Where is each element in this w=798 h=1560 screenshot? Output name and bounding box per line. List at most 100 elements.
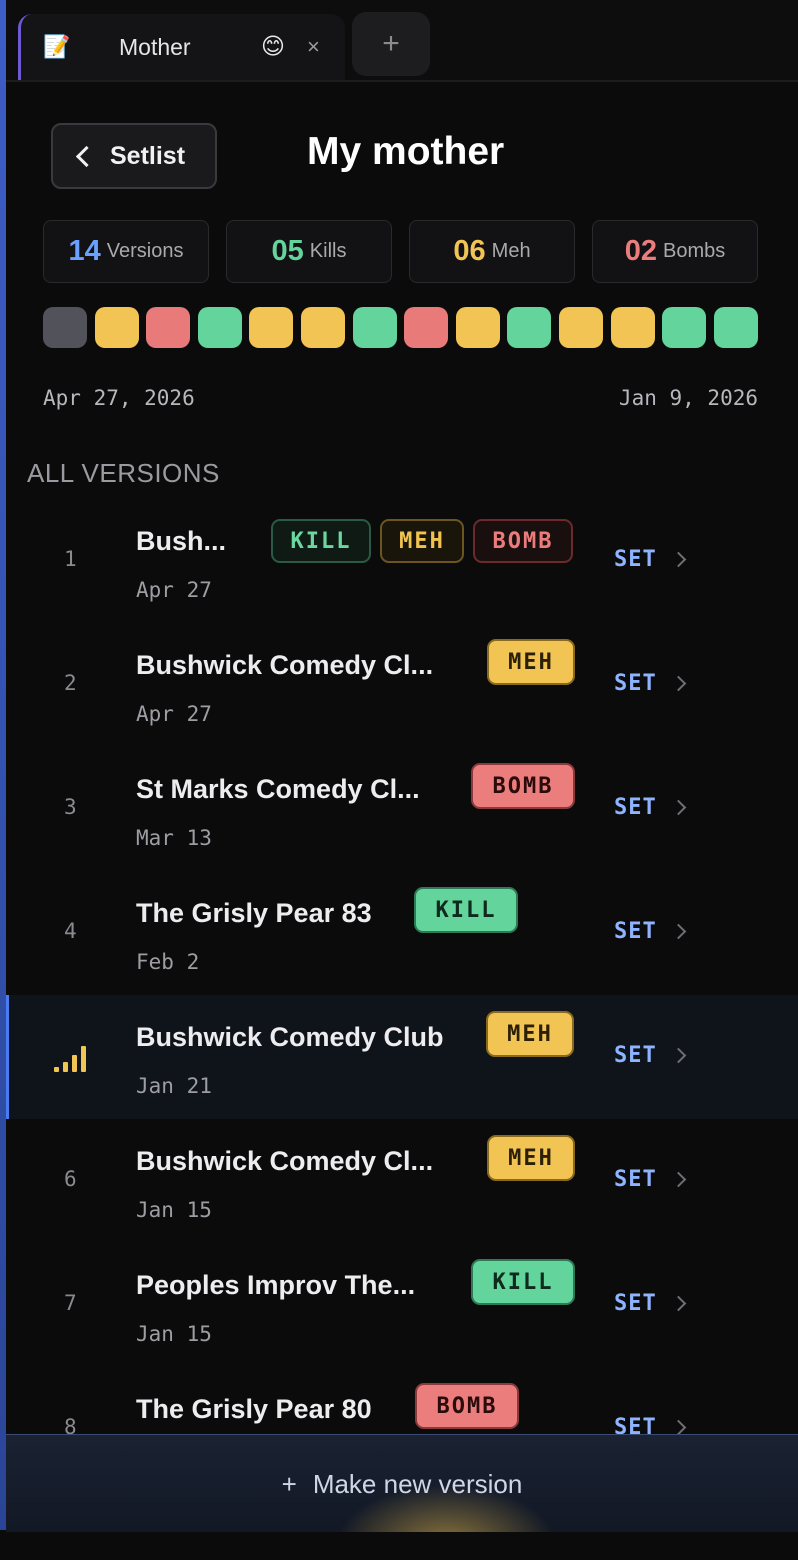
chevron-right-icon (670, 1047, 687, 1064)
chevron-right-icon (670, 551, 687, 568)
timeline-square-meh[interactable] (455, 307, 500, 348)
version-number: 6 (64, 1167, 77, 1191)
version-number: 4 (64, 919, 77, 943)
version-venue: The Grisly Pear 80 (136, 1394, 372, 1424)
version-venue: Peoples Improv The... (136, 1270, 416, 1300)
set-link[interactable]: SET (614, 1043, 657, 1068)
back-to-setlist-button[interactable]: Setlist (51, 123, 217, 189)
set-link[interactable]: SET (614, 1167, 657, 1192)
timeline-square-meh[interactable] (559, 307, 603, 348)
page-title: My mother (307, 130, 505, 173)
version-row[interactable]: 7 Peoples Improv The... Jan 15 KILL SET (6, 1243, 798, 1367)
stat-kills: 05 Kills (226, 220, 392, 283)
section-title: ALL VERSIONS (27, 458, 220, 488)
version-row[interactable]: 2 Bushwick Comedy Cl... Apr 27 MEH SET (6, 623, 798, 747)
version-venue: The Grisly Pear 83 (136, 898, 372, 928)
make-new-version-button[interactable]: + Make new version (6, 1434, 798, 1533)
tab-bar: 📝 Mother 😊 × + (6, 0, 798, 82)
timeline-square-gray[interactable] (43, 307, 87, 348)
chevron-right-icon (670, 923, 687, 940)
version-date: Jan 15 (136, 1198, 212, 1222)
bomb-tag: BOMB (471, 763, 575, 809)
version-date: Apr 27 (136, 702, 212, 726)
version-row[interactable]: 4 The Grisly Pear 83 Feb 2 KILL SET (6, 871, 798, 995)
kill-tag: KILL (414, 887, 518, 933)
plus-icon: + (281, 1468, 297, 1499)
signal-bars-icon (54, 1042, 94, 1072)
new-tab-button[interactable]: + (352, 12, 430, 76)
memo-icon: 📝 (43, 34, 71, 59)
timeline-square-bomb[interactable] (404, 307, 449, 348)
timeline-square-kill[interactable] (352, 307, 397, 348)
version-venue: St Marks Comedy Cl... (136, 774, 420, 804)
version-number: 8 (64, 1415, 77, 1434)
meh-tag: MEH (486, 1011, 574, 1057)
version-row[interactable]: 8 The Grisly Pear 80 BOMB SET (6, 1367, 798, 1434)
version-number: 1 (64, 547, 77, 571)
set-link[interactable]: SET (614, 919, 657, 944)
meh-tag: MEH (487, 639, 575, 685)
smile-emoji-icon: 😊 (261, 33, 285, 59)
timeline-square-kill[interactable] (507, 307, 552, 348)
set-link[interactable]: SET (614, 547, 657, 572)
version-row-current[interactable]: Bushwick Comedy Club Jan 21 MEH SET (6, 995, 798, 1119)
meh-tag: MEH (487, 1135, 575, 1181)
chevron-right-icon (670, 799, 687, 816)
stat-kills-label: Kills (309, 240, 347, 262)
version-row[interactable]: 6 Bushwick Comedy Cl... Jan 15 MEH SET (6, 1119, 798, 1243)
version-row[interactable]: 3 St Marks Comedy Cl... Mar 13 BOMB SET (6, 747, 798, 871)
bomb-tag: BOMB (415, 1383, 519, 1429)
timeline-square-meh[interactable] (94, 307, 139, 348)
version-date: Apr 27 (136, 578, 212, 602)
close-icon[interactable]: × (307, 34, 320, 60)
kill-tag: KILL (471, 1259, 575, 1305)
version-date: Feb 2 (136, 950, 200, 974)
stat-kills-count: 05 (271, 235, 304, 267)
back-button-label: Setlist (110, 141, 186, 170)
timeline-square-kill[interactable] (713, 307, 758, 348)
stat-bombs-label: Bombs (663, 240, 726, 262)
stat-meh-count: 06 (453, 235, 486, 267)
timeline-start-date: Apr 27, 2026 (43, 386, 195, 410)
version-venue: Bush... (136, 526, 227, 556)
version-date: Jan 15 (136, 1322, 212, 1346)
timeline-end-date: Jan 9, 2026 (618, 386, 758, 410)
version-number: 3 (64, 795, 77, 819)
set-link[interactable]: SET (614, 795, 657, 820)
footer-strip (0, 1532, 798, 1560)
timeline-square-meh[interactable] (301, 307, 345, 348)
version-number: 2 (64, 671, 77, 695)
version-row[interactable]: 1 Bush... Apr 27 KILL MEH BOMB SET (6, 499, 798, 623)
tab-mother[interactable]: 📝 Mother 😊 × (18, 14, 345, 80)
chevron-right-icon (670, 1171, 687, 1188)
version-venue: Bushwick Comedy Cl... (136, 650, 434, 680)
meh-tag: MEH (380, 519, 464, 563)
kill-tag: KILL (271, 519, 371, 563)
timeline-square-bomb[interactable] (146, 307, 191, 348)
tab-title: Mother (119, 34, 191, 60)
timeline-square-meh[interactable] (249, 307, 294, 348)
stat-bombs-count: 02 (624, 235, 657, 267)
version-venue: Bushwick Comedy Cl... (136, 1146, 434, 1176)
stat-meh-label: Meh (491, 240, 531, 262)
chevron-right-icon (670, 675, 687, 692)
stat-versions-label: Versions (106, 240, 184, 262)
version-date: Jan 21 (136, 1074, 212, 1098)
timeline-square-kill[interactable] (662, 307, 707, 348)
stat-meh: 06 Meh (409, 220, 575, 283)
stat-bombs: 02 Bombs (592, 220, 758, 283)
set-link[interactable]: SET (614, 1415, 657, 1434)
timeline-square-meh[interactable] (610, 307, 655, 348)
bomb-tag: BOMB (473, 519, 573, 563)
set-link[interactable]: SET (614, 671, 657, 696)
make-new-version-label: Make new version (312, 1468, 523, 1499)
chevron-right-icon (670, 1295, 687, 1312)
version-venue: Bushwick Comedy Club (136, 1022, 444, 1052)
set-link[interactable]: SET (614, 1291, 657, 1316)
version-number: 7 (64, 1291, 77, 1315)
timeline-square-kill[interactable] (197, 307, 242, 348)
version-date: Mar 13 (136, 826, 212, 850)
chevron-right-icon (670, 1419, 687, 1434)
stat-versions-count: 14 (68, 235, 101, 267)
stat-versions: 14 Versions (43, 220, 209, 283)
